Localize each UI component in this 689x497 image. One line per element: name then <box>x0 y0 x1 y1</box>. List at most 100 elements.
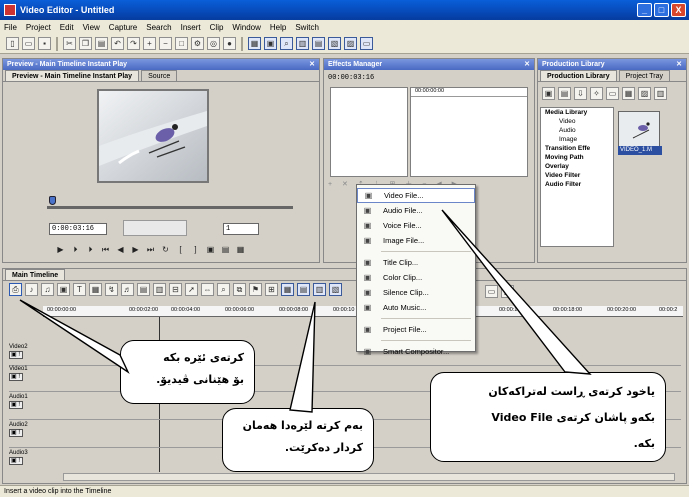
zoom-icon[interactable]: ⌕ <box>217 283 230 296</box>
track-audio2[interactable]: Audio2 ▣ ! <box>9 422 41 437</box>
mark-in-icon[interactable]: [ <box>175 244 186 255</box>
scrub-slider[interactable] <box>47 206 293 209</box>
render-icon[interactable]: ◎ <box>207 37 220 50</box>
menu-edit[interactable]: Edit <box>60 23 74 32</box>
play-selection-icon[interactable]: ⏵ <box>85 244 96 255</box>
timeline-scrollbar[interactable] <box>63 473 675 481</box>
menu-item[interactable]: ▣ Silence Clip... <box>357 285 475 300</box>
library-tree-item[interactable]: Transition Effe <box>541 144 613 153</box>
menu-item[interactable]: ▣ Image File... <box>357 233 475 248</box>
menu-help[interactable]: Help <box>270 23 286 32</box>
insert-voice-icon[interactable]: ♫ <box>41 283 54 296</box>
frame-icon[interactable]: □ <box>175 37 188 50</box>
thumbnail-icon[interactable]: ▦ <box>622 87 635 100</box>
zoom-out-icon[interactable]: − <box>159 37 172 50</box>
insert-color-icon[interactable]: ▦ <box>89 283 102 296</box>
fit-icon[interactable]: ▭ <box>485 285 498 298</box>
insert-audio-icon[interactable]: ♪ <box>25 283 38 296</box>
menu-file[interactable]: File <box>4 23 17 32</box>
insert-project-icon[interactable]: ▤ <box>137 283 150 296</box>
go-end-icon[interactable]: ⏭ <box>145 244 156 255</box>
mark-out-icon[interactable]: ] <box>190 244 201 255</box>
tab-main-timeline[interactable]: Main Timeline <box>5 269 66 280</box>
monitor-icon[interactable]: ▤ <box>220 244 231 255</box>
effects-list[interactable] <box>330 87 408 177</box>
timeline-icon[interactable]: ▤ <box>312 37 325 50</box>
effects-icon[interactable]: ▧ <box>328 37 341 50</box>
menu-capture[interactable]: Capture <box>109 23 137 32</box>
menu-item[interactable]: ▣ Voice File... <box>357 218 475 233</box>
menu-view[interactable]: View <box>83 23 100 32</box>
menu-switch[interactable]: Switch <box>295 23 319 32</box>
folder-icon[interactable]: ▭ <box>606 87 619 100</box>
menu-project[interactable]: Project <box>26 23 51 32</box>
library-tree-item[interactable]: Overlay <box>541 162 613 171</box>
library-tree-item[interactable]: Audio Filter <box>541 180 613 189</box>
library-tree-item[interactable]: Audio <box>541 126 613 135</box>
marker-icon[interactable]: ⚑ <box>249 283 262 296</box>
preview-icon[interactable]: ▨ <box>344 37 357 50</box>
undo-icon[interactable]: ↶ <box>111 37 124 50</box>
pointer-icon[interactable]: ➚ <box>185 283 198 296</box>
library-tree-item[interactable]: Video <box>541 117 613 126</box>
display-icon[interactable]: ▦ <box>235 244 246 255</box>
menu-item[interactable]: ▣ Smart Compositor... <box>357 344 475 359</box>
step-back-icon[interactable]: ◀ <box>115 244 126 255</box>
paste-icon[interactable]: ▤ <box>95 37 108 50</box>
track-audio1[interactable]: Audio1 ▣ ! <box>9 394 41 409</box>
library-tree-item[interactable]: Media Library <box>541 108 613 117</box>
library-tree[interactable]: Media Library Video Audio Image Transition E… <box>540 107 614 247</box>
scrub-handle[interactable] <box>49 196 56 205</box>
insert-silence-icon[interactable]: ↯ <box>105 283 118 296</box>
effects-track-area[interactable]: 00:00:00:00 <box>410 87 528 177</box>
effects-icon[interactable]: ✧ <box>590 87 603 100</box>
fullscreen-icon[interactable]: ▣ <box>501 285 514 298</box>
insert-title-icon[interactable]: T <box>73 283 86 296</box>
view-timeline-icon[interactable]: ▦ <box>281 283 294 296</box>
menu-search[interactable]: Search <box>146 23 171 32</box>
insert-video-icon[interactable]: ⎙ <box>9 283 22 296</box>
trim-icon[interactable]: ⧉ <box>233 283 246 296</box>
menu-clip[interactable]: Clip <box>210 23 224 32</box>
open-icon[interactable]: ▭ <box>22 37 35 50</box>
cut-icon[interactable]: ✂ <box>63 37 76 50</box>
menu-item[interactable]: ▣ Video File... <box>357 188 475 203</box>
zoom-in-icon[interactable]: + <box>143 37 156 50</box>
split-icon[interactable]: ⊟ <box>169 283 182 296</box>
track-video2[interactable]: Video2 ▣ ! <box>9 344 41 359</box>
copy-icon[interactable]: ❐ <box>79 37 92 50</box>
menu-item[interactable]: ▣ Audio File... <box>357 203 475 218</box>
menu-insert[interactable]: Insert <box>181 23 201 32</box>
minimize-button[interactable]: _ <box>637 3 652 17</box>
tab-project-tray[interactable]: Project Tray <box>618 70 670 81</box>
close-icon[interactable]: ✕ <box>676 59 682 70</box>
layout-icon[interactable]: ▦ <box>248 37 261 50</box>
window-icon[interactable]: ▭ <box>360 37 373 50</box>
step-forward-icon[interactable]: ▶ <box>130 244 141 255</box>
library-tree-item[interactable]: Moving Path <box>541 153 613 162</box>
close-button[interactable]: X <box>671 3 686 17</box>
preview-small-value[interactable]: 1 <box>223 223 259 235</box>
maximize-button[interactable]: □ <box>654 3 669 17</box>
snapshot-icon[interactable]: ▣ <box>205 244 216 255</box>
search-icon[interactable]: ⌕ <box>280 37 293 50</box>
download-icon[interactable]: ⇩ <box>574 87 587 100</box>
tab-instant-play[interactable]: Preview - Main Timeline Instant Play <box>5 70 140 81</box>
close-icon[interactable]: ✕ <box>309 59 315 70</box>
view-storyboard-icon[interactable]: ▤ <box>297 283 310 296</box>
insert-compositor-icon[interactable]: ▥ <box>153 283 166 296</box>
ripple-icon[interactable]: ⇔ <box>201 283 214 296</box>
menu-item[interactable]: ▣ Project File... <box>357 322 475 337</box>
menu-item[interactable]: ▣ Auto Music... <box>357 300 475 315</box>
menu-window[interactable]: Window <box>232 23 260 32</box>
preview-timecode[interactable]: 0:00:03:16 <box>49 223 107 235</box>
view-audio-icon[interactable]: ▧ <box>329 283 342 296</box>
settings-icon[interactable]: ⚙ <box>191 37 204 50</box>
play-range-icon[interactable]: ⏵ <box>70 244 81 255</box>
save-icon[interactable]: ▪ <box>38 37 51 50</box>
library-tree-item[interactable]: Image <box>541 135 613 144</box>
library-tree-item[interactable]: Video Filter <box>541 171 613 180</box>
play-icon[interactable]: ▶ <box>55 244 66 255</box>
tab-production-library[interactable]: Production Library <box>540 70 617 81</box>
library-icon[interactable]: ▥ <box>296 37 309 50</box>
